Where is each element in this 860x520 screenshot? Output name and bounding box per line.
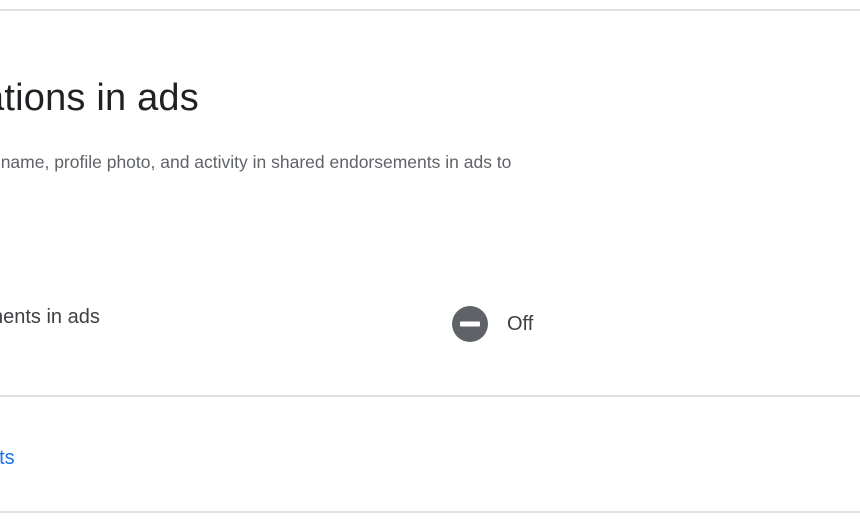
setting-label: nents in ads <box>0 306 100 328</box>
minus-circle-icon <box>451 305 489 343</box>
section-description: r name, profile photo, and activity in s… <box>0 152 512 172</box>
setting-status: Off <box>451 305 533 343</box>
status-text: Off <box>507 312 534 335</box>
settings-card: ations in ads r name, profile photo, and… <box>0 9 860 513</box>
endorsements-link[interactable]: nts <box>0 447 15 470</box>
divider <box>0 395 860 397</box>
shared-endorsements-setting-row[interactable]: nents in ads Off <box>0 291 860 351</box>
section-title: ations in ads <box>0 77 199 119</box>
